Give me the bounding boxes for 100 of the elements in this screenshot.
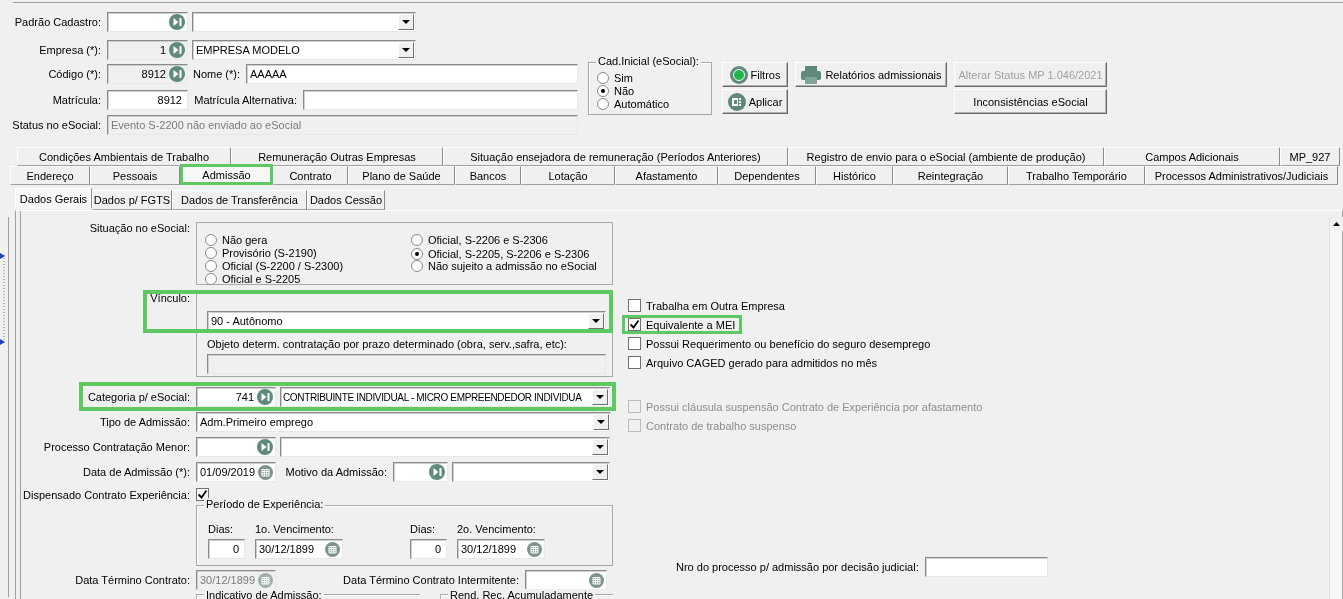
checkbox[interactable]: Arquivo CAGED gerado para admitidos no mês xyxy=(622,353,885,372)
tab[interactable]: Pessoais xyxy=(90,166,180,185)
radio-option[interactable]: Oficial (S-2200 / S-2300) xyxy=(205,259,344,272)
button[interactable]: Relatórios admissionais xyxy=(795,62,947,87)
tab[interactable]: Remuneração Outras Empresas xyxy=(231,147,443,166)
group-title: Indicativo de Admissão: xyxy=(204,589,324,599)
radio-option[interactable]: Oficial e S-2205 xyxy=(205,272,301,285)
tab[interactable]: Dados de Transferência xyxy=(172,190,307,210)
tab[interactable]: Histórico xyxy=(816,166,893,185)
calendar-icon[interactable] xyxy=(527,541,542,557)
calendar-icon[interactable] xyxy=(325,541,340,557)
tab[interactable]: Trabalho Temporário xyxy=(1008,166,1145,185)
field-label: Categoria p/ eSocial: xyxy=(86,391,191,403)
radio-option[interactable]: Provisório (S-2190) xyxy=(205,246,317,259)
checkbox[interactable]: Equivalente a MEI xyxy=(622,315,743,334)
button[interactable]: Aplicar xyxy=(722,89,788,114)
lookup-icon[interactable] xyxy=(169,66,185,82)
field-label: Motivo da Admissão: xyxy=(284,466,388,478)
text-field[interactable]: AAAAA xyxy=(246,64,578,84)
group-title: Rend. Rec. Acumuladamente xyxy=(448,589,596,599)
lookup-icon[interactable] xyxy=(257,389,273,405)
calendar-icon[interactable] xyxy=(589,572,604,588)
field-label: Matrícula: xyxy=(51,94,102,106)
date-field[interactable] xyxy=(525,570,607,590)
checkbox[interactable] xyxy=(196,488,209,501)
field-label: Objeto determ. contratação por prazo determinado (obra, serv.,safra, etc): xyxy=(207,338,568,350)
radio-option[interactable]: Oficial, S-2205, S-2206 e S-2306 xyxy=(411,247,590,261)
lookup-icon[interactable] xyxy=(169,14,185,30)
code-field[interactable] xyxy=(393,462,448,482)
scrollbar[interactable] xyxy=(1329,217,1342,599)
field-label: Tipo de Admissão: xyxy=(98,416,191,428)
tab[interactable]: Dados Gerais xyxy=(15,188,92,209)
date-field[interactable]: 30/12/1899 xyxy=(457,539,545,559)
button[interactable]: Inconsistências eSocial xyxy=(954,89,1107,114)
radio-option[interactable]: Oficial, S-2206 e S-2306 xyxy=(411,233,548,246)
tab[interactable]: Situação ensejadora de remuneração (Períodos Anteriores) xyxy=(443,147,788,166)
tab[interactable]: Condições Ambientais de Trabalho xyxy=(17,147,231,166)
text-field[interactable]: 0 xyxy=(410,539,447,559)
group-title: Cad.Inicial (eSocial): xyxy=(596,55,701,67)
calendar-icon xyxy=(258,572,273,588)
radio-option[interactable]: Não gera xyxy=(205,233,268,246)
dropdown[interactable]: 90 - Autônomo xyxy=(207,311,606,331)
field-label: Nro do processo p/ admissão por decisão judicial: xyxy=(676,561,920,573)
calendar-icon[interactable] xyxy=(258,464,273,480)
dropdown[interactable]: CONTRIBUINTE INDIVIDUAL - MICRO EMPREENDEDOR INDIVIDUA xyxy=(280,387,610,407)
radio-option[interactable]: Não sujeito a admissão no eSocial xyxy=(411,259,597,272)
field-label: Situação no eSocial: xyxy=(88,222,191,236)
field-label: Código (*): xyxy=(47,68,102,80)
tab[interactable]: Bancos xyxy=(455,166,521,185)
code-field[interactable] xyxy=(196,437,276,457)
code-field[interactable] xyxy=(107,12,188,32)
tab[interactable]: Lotação xyxy=(521,166,615,185)
dropdown[interactable]: Adm.Primeiro emprego xyxy=(196,412,611,432)
tab[interactable]: Afastamento xyxy=(615,166,718,185)
dot-icon xyxy=(729,65,748,84)
checkbox[interactable]: Possui Requerimento ou benefício do seguro desemprego xyxy=(622,334,938,353)
date-field[interactable]: 01/09/2019 xyxy=(196,462,276,482)
field-label: Nome (*): xyxy=(191,68,241,80)
lookup-icon[interactable] xyxy=(429,464,445,480)
scroll-up-icon[interactable] xyxy=(1330,217,1343,231)
field-label: Data Término Contrato: xyxy=(74,574,191,586)
field-label: Dias: xyxy=(208,523,235,537)
field-label: Status no eSocial: xyxy=(11,119,102,131)
tab[interactable]: Plano de Saúde xyxy=(348,166,455,185)
tab[interactable]: Reintegração xyxy=(893,166,1008,185)
field-label: Data Término Contrato Intermitente: xyxy=(342,574,520,586)
tab[interactable]: Dados Cessão xyxy=(307,190,385,210)
lookup-icon[interactable] xyxy=(169,42,185,58)
field-label: 1o. Vencimento: xyxy=(255,523,335,537)
text-field[interactable]: 8912 xyxy=(107,90,188,110)
code-field[interactable]: 8912 xyxy=(107,64,188,84)
radio-option[interactable]: Automático xyxy=(597,97,711,110)
field-label: Vínculo: xyxy=(149,292,191,306)
text-field[interactable]: 0 xyxy=(208,539,245,559)
tab[interactable]: Contrato xyxy=(273,166,348,185)
code-field[interactable]: 1 xyxy=(107,40,188,60)
field-label: Data de Admissão (*): xyxy=(82,466,191,478)
code-field[interactable]: 741 xyxy=(196,387,276,407)
date-field[interactable]: 30/12/1899 xyxy=(255,539,343,559)
checkbox[interactable]: Trabalha em Outra Empresa xyxy=(622,296,792,315)
radio-option[interactable]: Sim xyxy=(597,71,711,84)
printer-icon xyxy=(800,64,823,85)
tab[interactable]: Endereço xyxy=(10,166,90,185)
splitter-handle[interactable] xyxy=(0,253,6,345)
tab[interactable]: MP_927 xyxy=(1280,147,1340,166)
tab[interactable]: Admissão xyxy=(180,164,273,185)
button[interactable]: Filtros xyxy=(722,62,788,87)
dropdown[interactable]: EMPRESA MODELO xyxy=(192,40,416,60)
radio-option[interactable]: Não xyxy=(597,84,711,97)
text-field[interactable] xyxy=(303,90,578,110)
field-label: Dispensado Contrato Experiência: xyxy=(22,488,191,501)
group-title: Período de Experiência: xyxy=(204,498,326,510)
tab[interactable]: Processos Administrativos/Judiciais xyxy=(1145,166,1338,185)
lookup-icon[interactable] xyxy=(257,439,273,455)
text-field[interactable] xyxy=(207,354,606,374)
tab[interactable]: Campos Adicionais xyxy=(1104,147,1280,166)
tab[interactable]: Registro de envio para o eSocial (ambiente de produção) xyxy=(788,147,1104,166)
tab[interactable]: Dados p/ FGTS xyxy=(92,190,172,210)
text-field[interactable] xyxy=(924,557,1048,577)
tab[interactable]: Dependentes xyxy=(718,166,816,185)
